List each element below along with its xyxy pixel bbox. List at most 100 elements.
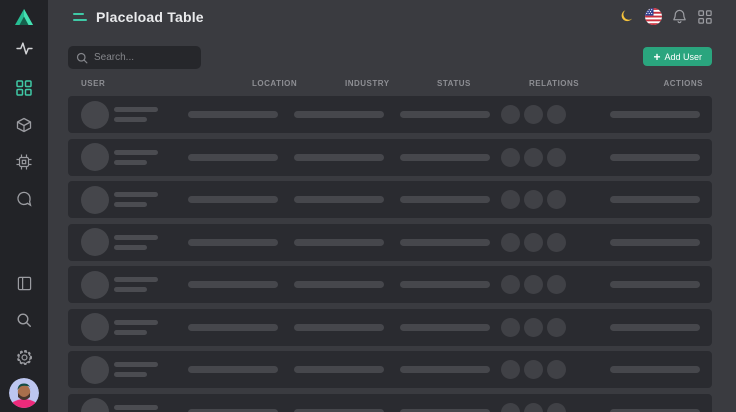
skeleton-avatar bbox=[81, 186, 109, 214]
sidebar bbox=[0, 0, 48, 412]
search-box bbox=[68, 46, 201, 69]
skeleton-relation-avatar bbox=[524, 190, 543, 209]
search-icon bbox=[76, 52, 88, 64]
sidebar-item-components[interactable] bbox=[0, 152, 48, 172]
skeleton-actions bbox=[610, 366, 700, 373]
top-header: Placeload Table bbox=[48, 0, 736, 33]
burger-line bbox=[73, 19, 87, 21]
skeleton-industry bbox=[294, 281, 384, 288]
skeleton-industry bbox=[294, 154, 384, 161]
skeleton-relation-avatar bbox=[524, 275, 543, 294]
skeleton-actions bbox=[610, 111, 700, 118]
dark-mode-toggle[interactable] bbox=[618, 8, 636, 26]
triangle-logo-icon bbox=[13, 6, 35, 28]
skeleton-avatar bbox=[81, 356, 109, 384]
skeleton-user-name bbox=[114, 362, 158, 367]
notifications-button[interactable] bbox=[670, 8, 688, 26]
skeleton-user-subtitle bbox=[114, 202, 147, 207]
skeleton-actions bbox=[610, 324, 700, 331]
skeleton-status bbox=[400, 409, 490, 412]
skeleton-user-subtitle bbox=[114, 330, 147, 335]
skeleton-location bbox=[188, 239, 278, 246]
app-logo[interactable] bbox=[0, 6, 48, 30]
skeleton-user-name bbox=[114, 277, 158, 282]
bearded-man-avatar-image bbox=[9, 378, 39, 408]
cube-icon bbox=[16, 117, 32, 133]
dashboard-grid-icon bbox=[16, 80, 32, 96]
skeleton-avatar bbox=[81, 271, 109, 299]
skeleton-relation-avatar bbox=[501, 360, 520, 379]
skeleton-location bbox=[188, 324, 278, 331]
skeleton-user-name bbox=[114, 107, 158, 112]
skeleton-relation-avatar bbox=[524, 105, 543, 124]
sidebar-item-panels[interactable] bbox=[0, 273, 48, 293]
skeleton-relation-avatar bbox=[547, 190, 566, 209]
skeleton-actions bbox=[610, 239, 700, 246]
sidebar-item-products[interactable] bbox=[0, 115, 48, 135]
skeleton-relation-avatar bbox=[501, 105, 520, 124]
skeleton-industry bbox=[294, 366, 384, 373]
skeleton-relation-avatar bbox=[501, 190, 520, 209]
skeleton-relation-avatar bbox=[547, 275, 566, 294]
language-selector[interactable] bbox=[644, 8, 662, 26]
table-row bbox=[68, 96, 712, 133]
app-window: Placeload Table bbox=[0, 0, 736, 412]
skeleton-user-name bbox=[114, 405, 158, 410]
bell-icon bbox=[672, 9, 687, 24]
skeleton-actions bbox=[610, 409, 700, 412]
skeleton-user-name bbox=[114, 235, 158, 240]
skeleton-user-name bbox=[114, 320, 158, 325]
skeleton-avatar bbox=[81, 398, 109, 412]
sidebar-item-messages[interactable] bbox=[0, 189, 48, 209]
skeleton-relation-avatar bbox=[501, 318, 520, 337]
table-header-row: USER LOCATION INDUSTRY STATUS RELATIONS … bbox=[0, 79, 736, 89]
skeleton-status bbox=[400, 366, 490, 373]
sidebar-item-dashboard-active[interactable] bbox=[0, 78, 48, 98]
skeleton-relation-avatar bbox=[501, 275, 520, 294]
skeleton-avatar bbox=[81, 143, 109, 171]
skeleton-relation-avatar bbox=[547, 233, 566, 252]
skeleton-location bbox=[188, 111, 278, 118]
skeleton-actions bbox=[610, 154, 700, 161]
table-row bbox=[68, 266, 712, 303]
column-header-user: USER bbox=[81, 79, 105, 89]
gear-icon bbox=[16, 349, 33, 366]
header-action-icons bbox=[618, 0, 714, 33]
skeleton-user-name bbox=[114, 150, 158, 155]
cpu-chip-icon bbox=[16, 154, 32, 170]
column-header-location: LOCATION bbox=[252, 79, 297, 89]
column-header-industry: INDUSTRY bbox=[345, 79, 390, 89]
panels-icon bbox=[17, 276, 32, 291]
table-row bbox=[68, 139, 712, 176]
skeleton-industry bbox=[294, 196, 384, 203]
sidebar-item-search[interactable] bbox=[0, 310, 48, 330]
sidebar-item-activity[interactable] bbox=[0, 38, 48, 58]
table-row bbox=[68, 181, 712, 218]
skeleton-relation-avatar bbox=[524, 148, 543, 167]
skeleton-industry bbox=[294, 111, 384, 118]
skeleton-relation-avatar bbox=[501, 148, 520, 167]
skeleton-relation-avatar bbox=[524, 403, 543, 412]
table-row bbox=[68, 394, 712, 412]
skeleton-avatar bbox=[81, 101, 109, 129]
skeleton-avatar bbox=[81, 313, 109, 341]
moon-icon bbox=[620, 9, 635, 24]
skeleton-avatar bbox=[81, 228, 109, 256]
sidebar-item-settings[interactable] bbox=[0, 347, 48, 367]
skeleton-relation-avatar bbox=[501, 403, 520, 412]
apps-menu-button[interactable] bbox=[696, 8, 714, 26]
plus-icon: + bbox=[653, 51, 660, 63]
add-user-button[interactable]: + Add User bbox=[643, 47, 712, 66]
column-header-relations: RELATIONS bbox=[529, 79, 579, 89]
skeleton-user-subtitle bbox=[114, 245, 147, 250]
user-avatar[interactable] bbox=[9, 378, 39, 408]
skeleton-user-subtitle bbox=[114, 160, 147, 165]
skeleton-relation-avatar bbox=[547, 318, 566, 337]
menu-toggle-button[interactable] bbox=[73, 13, 87, 21]
search-icon bbox=[16, 312, 32, 328]
add-user-label: Add User bbox=[664, 52, 702, 62]
skeleton-relation-avatar bbox=[547, 105, 566, 124]
skeleton-user-subtitle bbox=[114, 287, 147, 292]
apps-grid-icon bbox=[698, 10, 712, 24]
search-input[interactable] bbox=[94, 52, 193, 63]
